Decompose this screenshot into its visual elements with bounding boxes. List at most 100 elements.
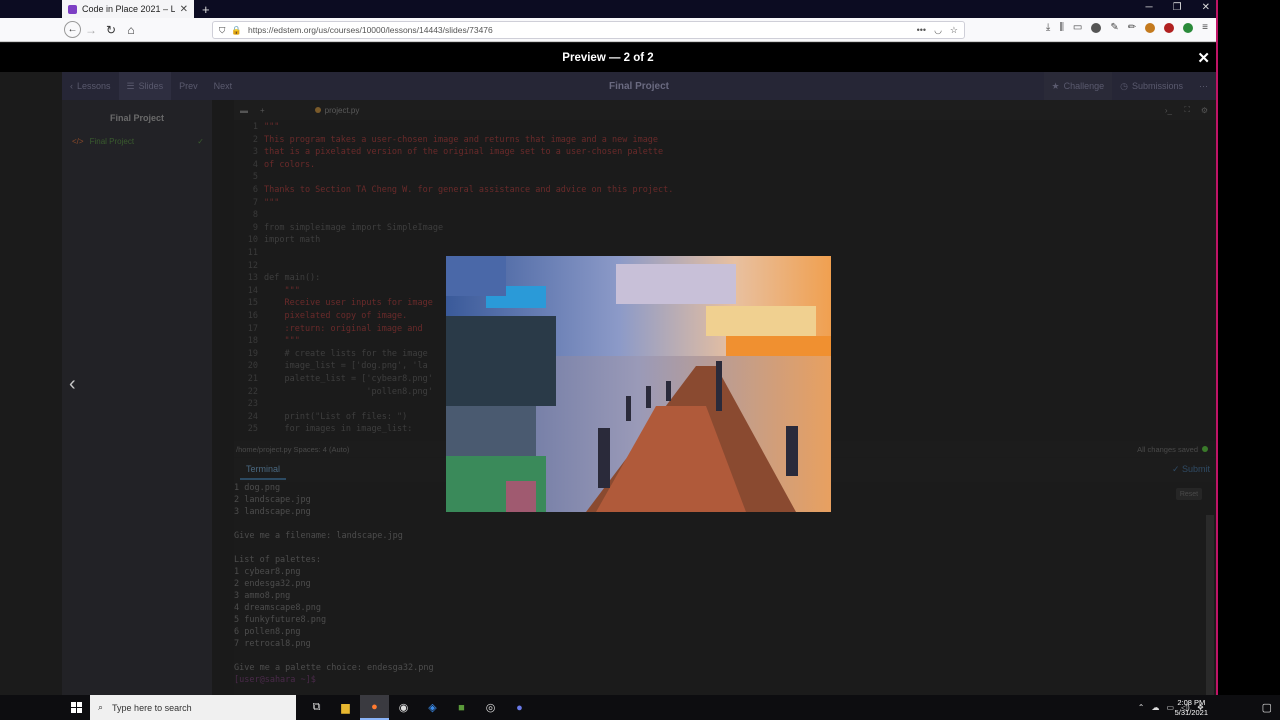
submit-label: Submit (1181, 464, 1210, 474)
code-text: :return: original image and (264, 323, 423, 334)
ublock-icon[interactable] (1164, 22, 1175, 33)
code-line: 7 """ (234, 198, 1214, 211)
file-tab[interactable]: project.py (314, 106, 359, 115)
line-number: 7 (252, 197, 258, 208)
terminal-line: 6 pollen8.png (234, 627, 301, 637)
clock[interactable]: 2:08 PM 5/31/2021 (1175, 698, 1208, 718)
submit-button[interactable]: ✓ Submit (1172, 464, 1210, 475)
terminal-line: 7 retrocal8.png (234, 639, 311, 649)
more-icon[interactable]: ⋯ (1191, 72, 1216, 100)
sun-band (726, 336, 831, 356)
fullscreen-icon[interactable]: ⛶ (1184, 105, 1190, 115)
screen: Code in Place 2021 – Lessons ✕ + ─ ❐ ✕ ←… (0, 0, 1216, 720)
restore-icon[interactable]: ❐ (1173, 2, 1182, 13)
forward-icon[interactable]: → (81, 20, 101, 40)
preview-header: Preview — 2 of 2 ✕ (0, 43, 1216, 72)
tab-terminal[interactable]: Terminal (240, 464, 287, 480)
bookmark-star-icon[interactable]: ☆ (950, 25, 958, 36)
address-bar[interactable]: ⛉ 🔒 https://edstem.org/us/courses/10000/… (212, 21, 965, 39)
eyedropper-icon[interactable]: ✎ (1110, 22, 1118, 33)
reload-icon[interactable]: ↻ (101, 20, 121, 40)
minecraft-icon[interactable]: ■ (447, 695, 476, 720)
slides-sidebar: Final Project </> Final Project ✓ (62, 100, 212, 695)
terminal-toggle-icon[interactable]: ▬ (240, 106, 248, 115)
saved-dot-icon (1202, 446, 1208, 452)
code-text: print("List of files: ") (264, 411, 408, 422)
dock-post (646, 386, 651, 408)
reset-button[interactable]: Reset (1176, 488, 1202, 500)
code-text: import math (264, 235, 321, 246)
submissions-button[interactable]: ◷ Submissions (1112, 72, 1191, 100)
challenge-button[interactable]: ★ Challenge (1043, 72, 1113, 100)
back-icon[interactable]: ← (64, 21, 81, 38)
lessons-button[interactable]: ‹ Lessons (62, 72, 119, 100)
chevron-up-icon[interactable]: ⌃ (1138, 703, 1145, 712)
green-extension-icon[interactable] (1183, 22, 1194, 33)
window-controls: ─ ❐ ✕ (1146, 2, 1210, 13)
page-actions-icon[interactable]: ••• (917, 25, 926, 36)
cookie-icon[interactable] (1145, 22, 1156, 33)
prev-button[interactable]: Prev (171, 72, 206, 100)
terminal-line: 1 cybear8.png (234, 567, 301, 577)
slides-button[interactable]: ☰ Slides (118, 72, 172, 100)
menu-icon[interactable]: ≡ (1202, 22, 1208, 33)
file-explorer-icon[interactable]: ▆ (331, 695, 360, 720)
challenge-label: Challenge (1063, 81, 1105, 91)
code-text: """ (264, 122, 280, 132)
lessons-label: Lessons (77, 81, 111, 91)
code-text: Receive user inputs for image (264, 298, 433, 309)
line-number: 21 (247, 374, 258, 384)
code-line: 9 from simpleimage import SimpleImage (234, 223, 1214, 236)
discord-icon[interactable]: ● (505, 695, 534, 720)
library-icon[interactable]: ⫼ (1059, 22, 1064, 33)
terminal-scrollbar[interactable] (1206, 515, 1214, 695)
close-icon[interactable]: ✕ (1197, 49, 1210, 67)
terminal-line: 5 funkyfuture8.png (234, 615, 327, 625)
terminal-line: 2 landscape.jpg (234, 495, 311, 505)
browser-tab[interactable]: Code in Place 2021 – Lessons ✕ (62, 0, 194, 18)
history-icon: ◷ (1120, 80, 1128, 91)
pen-icon[interactable]: ✏ (1128, 22, 1136, 33)
code-line: 2 This program takes a user-chosen image … (234, 135, 1214, 148)
code-text: that is a pixelated version of the origi… (264, 147, 664, 158)
firefox-icon[interactable]: ● (360, 695, 389, 720)
new-tab-icon[interactable]: + (202, 2, 210, 17)
line-number: 16 (247, 311, 258, 321)
terminal-output[interactable]: 1 dog.png 2 landscape.jpg 3 landscape.png G… (234, 482, 1216, 695)
window-border (1216, 0, 1218, 695)
settings-gear-icon[interactable]: ⚙ (1201, 106, 1208, 115)
window-close-icon[interactable]: ✕ (1202, 2, 1210, 13)
sidebar-item-final-project[interactable]: </> Final Project ✓ (72, 137, 204, 146)
check-icon: ✓ (197, 137, 204, 146)
reader-icon[interactable]: ▭ (1073, 22, 1082, 33)
code-text: def main(): (264, 273, 321, 284)
network-icon[interactable]: ▭ (1166, 703, 1174, 712)
run-icon[interactable]: ›_ (1165, 106, 1172, 115)
taskbar-search[interactable]: ⌕ Type here to search (90, 695, 296, 720)
code-text: Thanks to Section TA Cheng W. for genera… (264, 185, 674, 195)
previous-slide-icon[interactable]: ‹ (69, 373, 76, 396)
task-view-icon[interactable]: ⧉ (302, 695, 331, 720)
dock-post (786, 426, 798, 476)
tab-close-icon[interactable]: ✕ (180, 4, 188, 15)
steam-icon[interactable]: ◉ (389, 695, 418, 720)
line-number: 2 (252, 134, 258, 145)
download-icon[interactable]: ⤓ (1046, 22, 1050, 33)
line-number: 6 (252, 185, 258, 195)
line-number: 14 (247, 285, 258, 296)
next-button[interactable]: Next (206, 72, 241, 100)
pocket-icon[interactable]: ◡ (934, 25, 942, 36)
onedrive-icon[interactable]: ☁ (1151, 703, 1159, 712)
dock-post (626, 396, 631, 421)
minimize-icon[interactable]: ─ (1146, 2, 1153, 13)
add-file-icon[interactable]: + (260, 106, 265, 115)
home-icon[interactable]: ⌂ (121, 20, 141, 40)
obs-icon[interactable]: ◎ (476, 695, 505, 720)
code-text: pixelated copy of image. (264, 311, 408, 321)
extension-icon[interactable] (1091, 22, 1102, 33)
notification-icon[interactable]: ▢ (1210, 695, 1280, 720)
windows-start-icon[interactable] (66, 698, 86, 718)
toolbar-icons: ⤓ ⫼ ▭ ✎ ✏ ≡ (1046, 22, 1208, 33)
list-icon: ☰ (126, 80, 135, 91)
bluetooth-app-icon[interactable]: ◈ (418, 695, 447, 720)
